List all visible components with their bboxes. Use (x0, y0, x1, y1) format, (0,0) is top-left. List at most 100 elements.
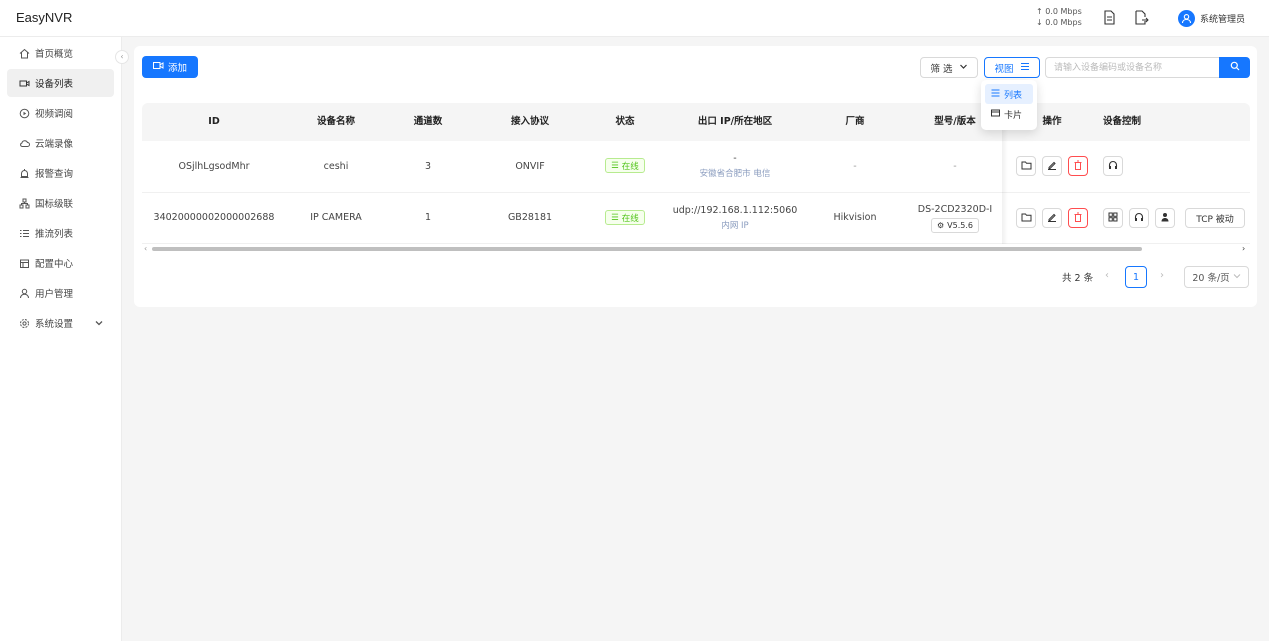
grid-icon (1108, 212, 1118, 225)
filter-button[interactable]: 筛 选 (920, 57, 978, 78)
gear-icon: ⚙ (937, 221, 945, 230)
folder-icon (1021, 212, 1032, 225)
table-row: 34020000002000002688 IP CAMERA 1 GB28181… (142, 193, 1250, 244)
view-option-list[interactable]: 列表 (985, 84, 1033, 104)
avatar (1178, 9, 1195, 27)
list-icon (991, 89, 1000, 100)
top-bar: EasyNVR ↑ 0.0 Mbps ↓ 0.0 Mbps 系统管理员 (0, 0, 1269, 37)
filter-label: 筛 选 (930, 63, 953, 75)
online-icon: ☰ (611, 212, 619, 223)
view-dropdown: 列表 卡片 (981, 80, 1037, 130)
ip-text: udp://192.168.1.112:5060 (672, 205, 798, 216)
sidebar-item-alarm[interactable]: 报警查询 (7, 159, 114, 187)
search-input[interactable] (1045, 57, 1219, 78)
export-icon[interactable] (1134, 10, 1149, 26)
cell-id: 34020000002000002688 (153, 212, 275, 223)
add-device-button[interactable]: 添加 (142, 56, 198, 78)
scroll-thumb[interactable] (152, 247, 1142, 251)
cell-protocol: GB28181 (507, 212, 553, 223)
edit-icon (1047, 160, 1057, 173)
sidebar: 首页概览 设备列表 视频调阅 云端录像 报警查询 国标级联 推流列表 配置中心 … (0, 37, 122, 641)
delete-button[interactable] (1068, 208, 1088, 228)
sidebar-item-settings[interactable]: 系统设置 (7, 309, 114, 337)
sidebar-item-label: 推流列表 (35, 229, 74, 240)
view-option-label: 卡片 (1004, 110, 1023, 121)
view-toggle-button[interactable]: 视图 (984, 57, 1040, 78)
sidebar-item-config[interactable]: 配置中心 (7, 249, 114, 277)
column-header-ip-region: 出口 IP/所在地区 (697, 116, 773, 127)
table-scrollbar[interactable]: ‹ › (142, 244, 1250, 253)
sidebar-item-users[interactable]: 用户管理 (7, 279, 114, 307)
table-row: OSjlhLgsodMhr ceshi 3 ONVIF ☰ 在线 - 安徽省合肥市… (142, 141, 1250, 193)
card-icon (991, 109, 1000, 120)
user-control-button[interactable] (1155, 208, 1175, 228)
folder-button[interactable] (1016, 156, 1036, 176)
sidebar-item-push-list[interactable]: 推流列表 (7, 219, 114, 247)
pagination-total: 共 2 条 (1062, 273, 1094, 284)
edit-button[interactable] (1042, 208, 1062, 228)
cell-vendor: - (853, 161, 857, 172)
cell-model: DS-2CD2320D-I ⚙ V5.5.6 (900, 204, 1010, 233)
grid-button[interactable] (1103, 208, 1123, 228)
scroll-right-icon[interactable]: › (1242, 244, 1245, 253)
region-text: 安徽省合肥市 电信 (699, 169, 771, 179)
user-icon (18, 287, 30, 299)
settings-icon (18, 317, 30, 329)
search-button[interactable] (1219, 57, 1250, 78)
user-name: 系统管理员 (1200, 14, 1246, 25)
menu-icon (1020, 62, 1030, 74)
prev-page-icon[interactable]: ‹ (1105, 270, 1109, 281)
column-header-actions: 操作 (1042, 116, 1062, 127)
cascade-icon (18, 197, 30, 209)
view-option-label: 列表 (1004, 90, 1023, 101)
sidebar-item-device-list[interactable]: 设备列表 (7, 69, 114, 97)
page-size-value: 20 条/页 (1192, 273, 1230, 284)
column-header-control: 设备控制 (1102, 116, 1141, 127)
sidebar-item-label: 设备列表 (35, 79, 74, 90)
chevron-down-icon (1233, 272, 1241, 283)
chevron-down-icon (94, 318, 104, 328)
reboot-button[interactable] (1129, 208, 1149, 228)
ip-text: - (733, 153, 737, 164)
sidebar-collapse-button[interactable]: ‹ (115, 50, 129, 64)
play-circle-icon (18, 107, 30, 119)
reboot-button[interactable] (1103, 156, 1123, 176)
cell-name: ceshi (323, 161, 349, 172)
online-icon: ☰ (611, 160, 619, 171)
cell-vendor: Hikvision (833, 212, 877, 223)
cell-ip-region: - 安徽省合肥市 电信 (660, 153, 810, 179)
column-header-protocol: 接入协议 (510, 116, 549, 127)
page-number-current[interactable]: 1 (1125, 266, 1147, 288)
column-header-status: 状态 (615, 116, 635, 127)
sidebar-item-video[interactable]: 视频调阅 (7, 99, 114, 127)
cell-status: ☰ 在线 (590, 210, 660, 225)
user-menu[interactable]: 系统管理员 (1178, 9, 1245, 27)
edit-button[interactable] (1042, 156, 1062, 176)
sidebar-item-label: 国标级联 (35, 199, 74, 210)
cell-id: OSjlhLgsodMhr (178, 161, 250, 172)
cloud-icon (18, 137, 30, 149)
cell-status: ☰ 在线 (590, 158, 660, 173)
home-icon (18, 47, 30, 59)
delete-button[interactable] (1068, 156, 1088, 176)
sidebar-item-home[interactable]: 首页概览 (7, 39, 114, 67)
page-size-select[interactable]: 20 条/页 (1184, 266, 1249, 288)
version-badge: ⚙ V5.5.6 (931, 218, 979, 233)
folder-button[interactable] (1016, 208, 1036, 228)
next-page-icon[interactable]: › (1160, 270, 1164, 281)
view-option-card[interactable]: 卡片 (985, 104, 1033, 124)
document-icon[interactable] (1103, 10, 1117, 26)
upload-rate: ↑ 0.0 Mbps (1036, 7, 1082, 16)
trash-icon (1073, 212, 1083, 225)
person-icon (1160, 212, 1170, 225)
folder-icon (1021, 160, 1032, 173)
model-text: DS-2CD2320D-I (917, 204, 993, 215)
scroll-left-icon[interactable]: ‹ (144, 244, 147, 253)
search-icon (1230, 61, 1240, 74)
trash-icon (1073, 160, 1083, 173)
sidebar-item-cloud-record[interactable]: 云端录像 (7, 129, 114, 157)
tcp-mode-button[interactable]: TCP 被动 (1185, 208, 1245, 228)
config-icon (18, 257, 30, 269)
sidebar-item-cascade[interactable]: 国标级联 (7, 189, 114, 217)
sidebar-item-label: 首页概览 (35, 49, 74, 60)
